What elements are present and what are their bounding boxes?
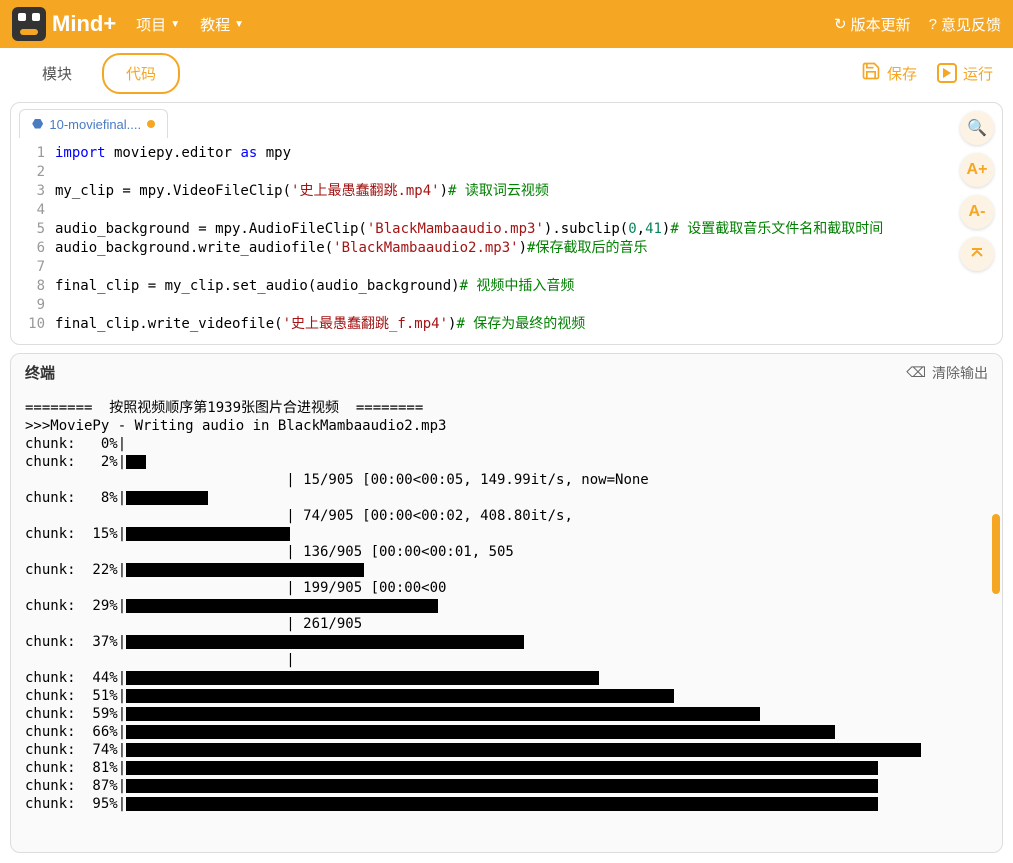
logo-icon — [12, 7, 46, 41]
line-gutter: 12345678910 — [11, 144, 55, 334]
code-editor[interactable]: 12345678910 import moviepy.editor as mpy… — [11, 138, 1002, 344]
editor-side-tools: 🔍 A+ A- — [960, 111, 994, 271]
version-update-link[interactable]: ↻ 版本更新 — [834, 14, 911, 35]
save-icon — [861, 61, 881, 85]
play-icon — [937, 63, 957, 83]
history-icon: ↻ — [834, 15, 847, 33]
terminal-title: 终端 — [25, 362, 55, 383]
logo-text: Mind+ — [52, 11, 116, 37]
feedback-link[interactable]: ? 意见反馈 — [929, 14, 1001, 35]
dirty-indicator-icon — [147, 120, 155, 128]
save-button[interactable]: 保存 — [861, 61, 917, 85]
scrollbar-thumb[interactable] — [992, 514, 1000, 594]
file-name: 10-moviefinal.... — [49, 117, 141, 132]
eraser-icon: ⌫ — [906, 364, 926, 381]
logo: Mind+ — [12, 7, 116, 41]
question-icon: ? — [929, 16, 937, 33]
clear-output-button[interactable]: ⌫ 清除输出 — [906, 363, 988, 383]
menu-project[interactable]: 项目 ▼ — [136, 14, 180, 35]
chevron-down-icon: ▼ — [170, 19, 180, 30]
font-increase-button[interactable]: A+ — [960, 153, 994, 187]
run-button[interactable]: 运行 — [937, 61, 993, 85]
code-content[interactable]: import moviepy.editor as mpy my_clip = m… — [55, 144, 1002, 334]
editor-pane: ⬣ 10-moviefinal.... 12345678910 import m… — [10, 102, 1003, 345]
terminal-pane: 终端 ⌫ 清除输出 ======== 按照视频顺序第1939张图片合进视频 ==… — [10, 353, 1003, 853]
font-decrease-button[interactable]: A- — [960, 195, 994, 229]
tab-blocks[interactable]: 模块 — [20, 55, 94, 92]
file-tab[interactable]: ⬣ 10-moviefinal.... — [19, 109, 168, 138]
search-button[interactable]: 🔍 — [960, 111, 994, 145]
collapse-button[interactable] — [960, 237, 994, 271]
terminal-output[interactable]: ======== 按照视频顺序第1939张图片合进视频 ========>>>M… — [11, 391, 1002, 852]
app-header: Mind+ 项目 ▼ 教程 ▼ ↻ 版本更新 ? 意见反馈 — [0, 0, 1013, 48]
tab-code[interactable]: 代码 — [102, 53, 180, 94]
toolbar: 模块 代码 保存 运行 — [0, 48, 1013, 98]
chevron-down-icon: ▼ — [234, 19, 244, 30]
menu-tutorial[interactable]: 教程 ▼ — [200, 14, 244, 35]
python-icon: ⬣ — [32, 116, 43, 132]
